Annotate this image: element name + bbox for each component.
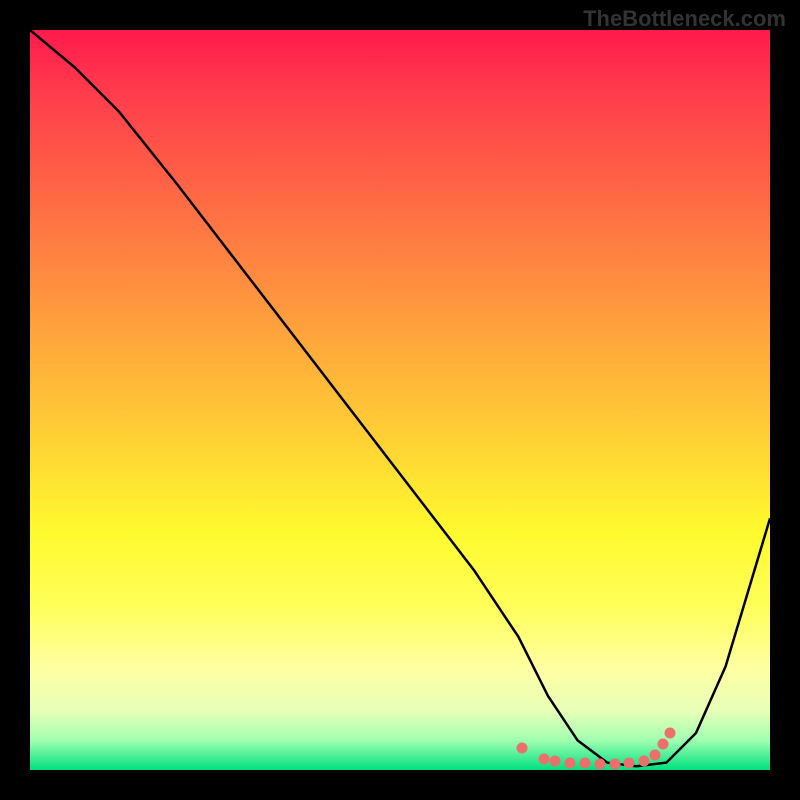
watermark-text: TheBottleneck.com [583, 6, 786, 32]
marker-dot [650, 750, 661, 761]
marker-dot [565, 757, 576, 768]
marker-dot [580, 758, 591, 769]
chart-plot-area [30, 30, 770, 770]
marker-dot [624, 758, 635, 769]
marker-dot [665, 728, 676, 739]
marker-dot [550, 756, 561, 767]
marker-dot [594, 759, 605, 770]
marker-dot [639, 756, 650, 767]
marker-dot [609, 759, 620, 770]
marker-dot [517, 742, 528, 753]
marker-dots-layer [30, 30, 770, 770]
marker-dot [539, 753, 550, 764]
marker-dot [657, 739, 668, 750]
